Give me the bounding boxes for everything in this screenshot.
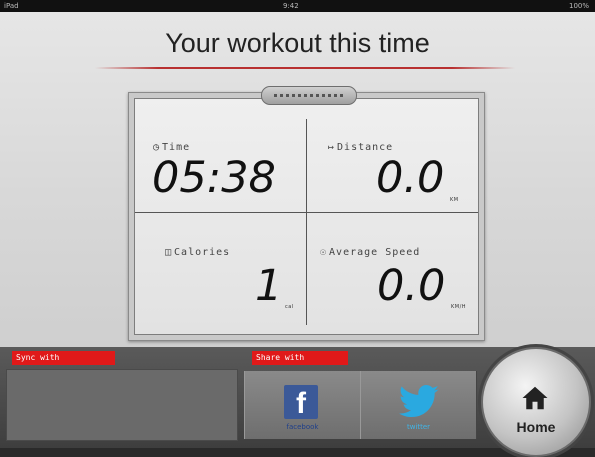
page-title: Your workout this time (165, 28, 430, 58)
distance-label: ↦ Distance (328, 142, 394, 153)
facebook-share-button[interactable]: f facebook (244, 371, 361, 439)
speed-unit: KM/H (451, 304, 467, 310)
status-carrier: iPad (4, 2, 19, 10)
home-label: Home (516, 419, 556, 435)
share-with-label: Share with (252, 351, 348, 365)
time-label: ◷ Time (153, 142, 191, 153)
distance-value: 0.0 (376, 153, 445, 203)
clock-icon: ◷ (153, 142, 161, 153)
stats-divider-vertical (306, 119, 307, 325)
facebook-label: facebook (286, 423, 319, 431)
sync-options-area (6, 369, 238, 441)
facebook-icon: f (284, 385, 318, 420)
distance-icon: ↦ (328, 142, 336, 153)
distance-unit: KM (450, 197, 459, 203)
status-battery: 100% (568, 2, 589, 10)
bottom-bar: Sync with Share with f facebook twitter … (0, 347, 595, 457)
calories-unit: cal (285, 304, 294, 310)
twitter-share-button[interactable]: twitter (360, 371, 477, 439)
calories-icon: ◫ (165, 247, 173, 258)
twitter-icon (399, 385, 439, 418)
speed-icon: ☉ (320, 247, 328, 258)
speed-label: ☉ Average Speed (320, 247, 421, 258)
status-bar: iPad 9:42 100% (0, 0, 595, 12)
title-underline (95, 67, 515, 69)
workout-summary-panel: ◷ Time 05:38 ↦ Distance 0.0 KM ◫ Calories 1… (128, 86, 485, 341)
stats-divider-horizontal (135, 212, 478, 213)
panel-badge (261, 86, 357, 105)
home-icon (522, 386, 548, 410)
twitter-label: twitter (406, 423, 431, 431)
main-area: Your workout this time ◷ Time 05:38 ↦ Dist… (0, 12, 595, 347)
time-value: 05:38 (152, 153, 276, 203)
home-button[interactable]: Home (481, 347, 591, 457)
calories-value: 1 (255, 261, 283, 311)
sync-with-label: Sync with (12, 351, 115, 365)
status-time: 9:42 (283, 2, 299, 10)
calories-label: ◫ Calories (165, 247, 231, 258)
workout-stats-screen: ◷ Time 05:38 ↦ Distance 0.0 KM ◫ Calories 1… (134, 86, 479, 335)
speed-value: 0.0 (377, 261, 446, 311)
